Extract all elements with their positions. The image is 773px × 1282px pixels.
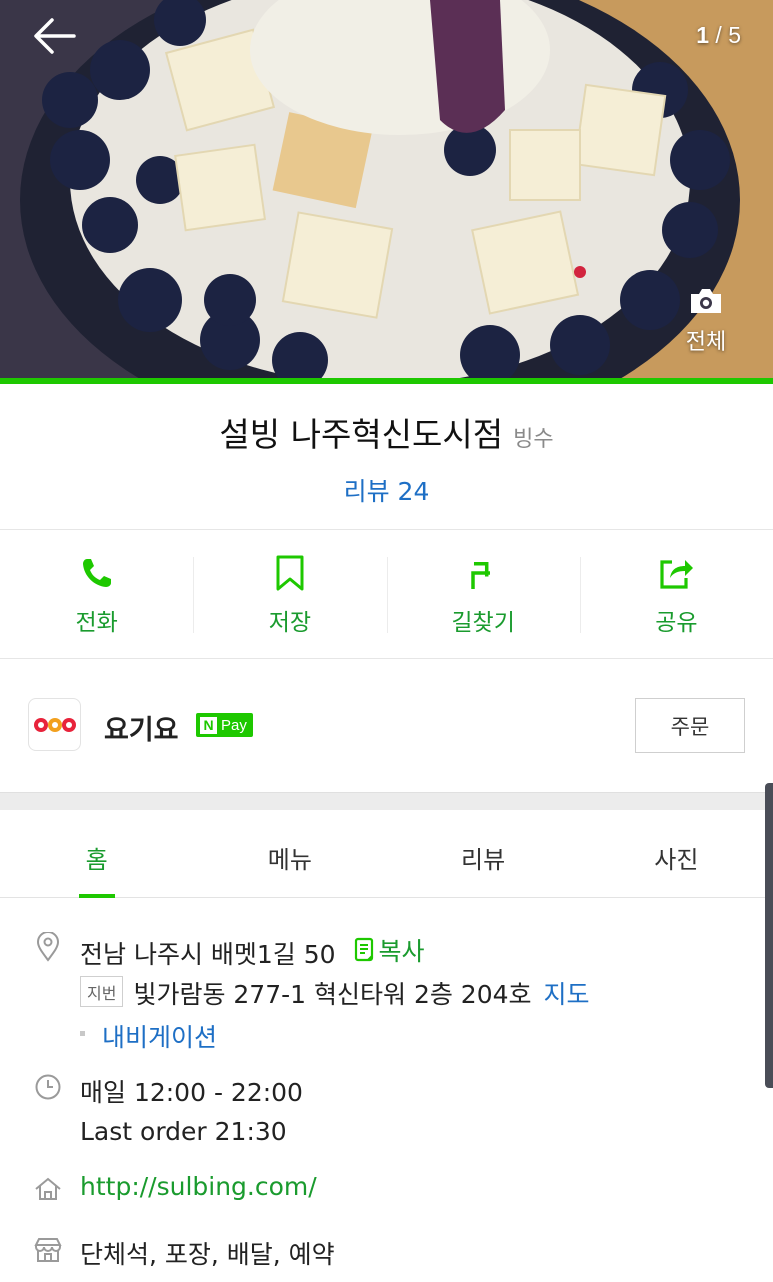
- delivery-order-row: 요기요 N Pay 주문: [0, 660, 773, 792]
- tab-menu[interactable]: 메뉴: [193, 810, 386, 897]
- copy-label: 복사: [378, 937, 425, 966]
- clock-icon: [35, 1074, 61, 1100]
- photo-counter-current: 1: [696, 22, 710, 48]
- back-button[interactable]: [30, 14, 78, 58]
- save-button[interactable]: 저장: [193, 531, 386, 658]
- business-hours: 매일 12:00 - 22:00: [80, 1078, 303, 1107]
- place-category: 빙수: [513, 427, 554, 452]
- phone-icon: [79, 553, 115, 593]
- directions-icon: [465, 553, 501, 593]
- content-tabs: 홈 메뉴 리뷰 사진: [0, 810, 773, 898]
- home-icon: [35, 1177, 61, 1200]
- tab-home[interactable]: 홈: [0, 810, 193, 898]
- bullet-dot: [80, 1031, 85, 1036]
- review-count-link[interactable]: 리뷰 24: [344, 472, 430, 508]
- all-photos-button[interactable]: 전체: [679, 286, 733, 356]
- save-label: 저장: [268, 609, 312, 636]
- place-title: 설빙 나주혁신도시점: [219, 415, 504, 454]
- map-link[interactable]: 지도: [544, 980, 590, 1009]
- npay-n: N: [200, 716, 217, 734]
- section-divider: [0, 792, 773, 810]
- facilities: 단체석, 포장, 배달, 예약: [80, 1240, 335, 1269]
- tab-photos[interactable]: 사진: [580, 810, 773, 897]
- scrollbar-handle[interactable]: [765, 783, 773, 1088]
- bookmark-icon: [272, 553, 308, 593]
- road-address: 전남 나주시 배멧1길 50: [80, 940, 336, 969]
- share-icon: [658, 553, 694, 593]
- navigation-link[interactable]: 내비게이션: [102, 1023, 217, 1052]
- photo-counter: 1 / 5: [696, 22, 741, 49]
- npay-badge: N Pay: [196, 713, 253, 737]
- last-order: Last order 21:30: [80, 1117, 287, 1146]
- directions-label: 길찾기: [451, 609, 515, 636]
- photo-gallery[interactable]: 1 / 5 전체: [0, 0, 773, 381]
- food-photo: [0, 0, 773, 381]
- arrow-left-icon: [34, 18, 76, 54]
- npay-text: Pay: [221, 716, 247, 734]
- place-header: 설빙 나주혁신도시점 빙수 리뷰 24: [0, 384, 773, 530]
- order-button[interactable]: 주문: [635, 698, 745, 753]
- store-icon: [34, 1238, 62, 1262]
- jibeon-address: 빛가람동 277-1 혁신타워 2층 204호: [133, 980, 532, 1009]
- call-button[interactable]: 전화: [0, 531, 193, 658]
- call-label: 전화: [75, 609, 118, 636]
- copy-icon: [354, 937, 373, 962]
- camera-icon: [691, 289, 721, 313]
- tab-reviews[interactable]: 리뷰: [387, 810, 580, 897]
- delivery-service-name: 요기요: [104, 715, 179, 746]
- copy-address-button[interactable]: 복사: [354, 932, 425, 968]
- share-label: 공유: [655, 609, 698, 636]
- directions-button[interactable]: 길찾기: [386, 531, 580, 658]
- share-button[interactable]: 공유: [579, 531, 773, 658]
- jibeon-badge: 지번: [80, 976, 124, 1007]
- yogiyo-logo: [28, 698, 81, 751]
- photo-counter-total: / 5: [715, 22, 741, 48]
- action-bar: 전화 저장 길찾기 공유: [0, 531, 773, 659]
- website-link[interactable]: http://sulbing.com/: [80, 1172, 317, 1201]
- all-photos-label: 전체: [685, 330, 727, 355]
- location-pin-icon: [36, 932, 60, 962]
